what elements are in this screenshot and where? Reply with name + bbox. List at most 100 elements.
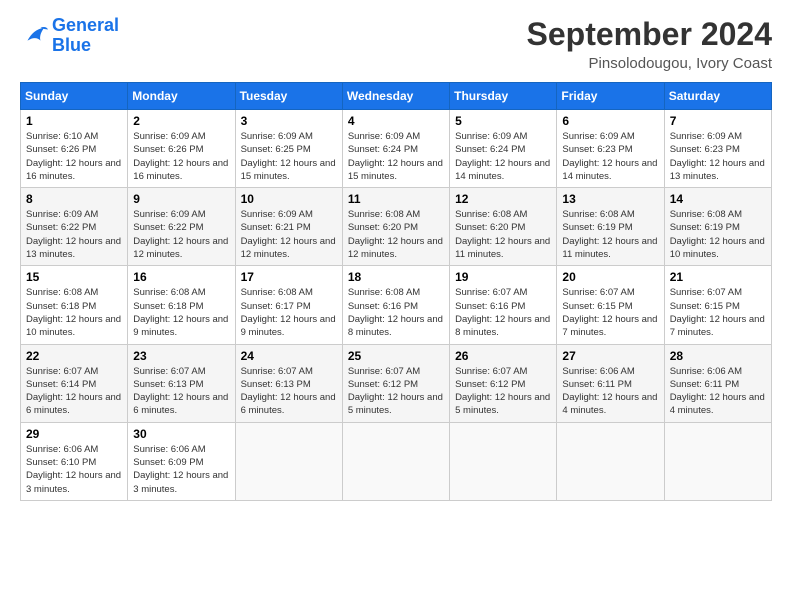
calendar-day-cell: 24 Sunrise: 6:07 AM Sunset: 6:13 PM Dayl… xyxy=(235,344,342,422)
calendar-day-cell xyxy=(557,422,664,500)
day-number: 15 xyxy=(26,270,122,284)
day-info: Sunrise: 6:07 AM Sunset: 6:13 PM Dayligh… xyxy=(133,365,229,418)
day-info: Sunrise: 6:07 AM Sunset: 6:15 PM Dayligh… xyxy=(562,286,658,339)
day-info: Sunrise: 6:07 AM Sunset: 6:12 PM Dayligh… xyxy=(455,365,551,418)
day-info: Sunrise: 6:08 AM Sunset: 6:19 PM Dayligh… xyxy=(670,208,766,261)
calendar-day-cell: 28 Sunrise: 6:06 AM Sunset: 6:11 PM Dayl… xyxy=(664,344,771,422)
day-number: 11 xyxy=(348,192,444,206)
day-info: Sunrise: 6:09 AM Sunset: 6:21 PM Dayligh… xyxy=(241,208,337,261)
weekday-header-cell: Friday xyxy=(557,83,664,110)
calendar-day-cell: 15 Sunrise: 6:08 AM Sunset: 6:18 PM Dayl… xyxy=(21,266,128,344)
calendar-day-cell: 29 Sunrise: 6:06 AM Sunset: 6:10 PM Dayl… xyxy=(21,422,128,500)
day-info: Sunrise: 6:08 AM Sunset: 6:17 PM Dayligh… xyxy=(241,286,337,339)
weekday-header-cell: Wednesday xyxy=(342,83,449,110)
day-number: 3 xyxy=(241,114,337,128)
calendar-day-cell: 16 Sunrise: 6:08 AM Sunset: 6:18 PM Dayl… xyxy=(128,266,235,344)
logo: General Blue xyxy=(20,16,119,56)
day-info: Sunrise: 6:09 AM Sunset: 6:23 PM Dayligh… xyxy=(670,130,766,183)
day-info: Sunrise: 6:07 AM Sunset: 6:12 PM Dayligh… xyxy=(348,365,444,418)
day-number: 26 xyxy=(455,349,551,363)
day-number: 24 xyxy=(241,349,337,363)
day-info: Sunrise: 6:07 AM Sunset: 6:14 PM Dayligh… xyxy=(26,365,122,418)
header: General Blue September 2024 Pinsolodougo… xyxy=(20,16,772,72)
day-number: 16 xyxy=(133,270,229,284)
day-number: 8 xyxy=(26,192,122,206)
calendar-day-cell: 4 Sunrise: 6:09 AM Sunset: 6:24 PM Dayli… xyxy=(342,110,449,188)
page: General Blue September 2024 Pinsolodougo… xyxy=(0,0,792,612)
day-info: Sunrise: 6:09 AM Sunset: 6:22 PM Dayligh… xyxy=(26,208,122,261)
day-number: 10 xyxy=(241,192,337,206)
location-title: Pinsolodougou, Ivory Coast xyxy=(527,55,772,72)
day-info: Sunrise: 6:08 AM Sunset: 6:19 PM Dayligh… xyxy=(562,208,658,261)
day-number: 17 xyxy=(241,270,337,284)
day-number: 18 xyxy=(348,270,444,284)
weekday-header-row: SundayMondayTuesdayWednesdayThursdayFrid… xyxy=(21,83,772,110)
calendar-day-cell: 17 Sunrise: 6:08 AM Sunset: 6:17 PM Dayl… xyxy=(235,266,342,344)
title-block: September 2024 Pinsolodougou, Ivory Coas… xyxy=(527,16,772,72)
month-title: September 2024 xyxy=(527,16,772,53)
logo-text: General Blue xyxy=(52,16,119,56)
day-info: Sunrise: 6:06 AM Sunset: 6:09 PM Dayligh… xyxy=(133,443,229,496)
calendar-week-row: 15 Sunrise: 6:08 AM Sunset: 6:18 PM Dayl… xyxy=(21,266,772,344)
day-info: Sunrise: 6:08 AM Sunset: 6:18 PM Dayligh… xyxy=(133,286,229,339)
day-number: 27 xyxy=(562,349,658,363)
day-number: 13 xyxy=(562,192,658,206)
calendar-week-row: 8 Sunrise: 6:09 AM Sunset: 6:22 PM Dayli… xyxy=(21,188,772,266)
calendar-day-cell: 27 Sunrise: 6:06 AM Sunset: 6:11 PM Dayl… xyxy=(557,344,664,422)
calendar-day-cell: 8 Sunrise: 6:09 AM Sunset: 6:22 PM Dayli… xyxy=(21,188,128,266)
calendar-day-cell: 20 Sunrise: 6:07 AM Sunset: 6:15 PM Dayl… xyxy=(557,266,664,344)
day-info: Sunrise: 6:09 AM Sunset: 6:24 PM Dayligh… xyxy=(455,130,551,183)
calendar-day-cell: 9 Sunrise: 6:09 AM Sunset: 6:22 PM Dayli… xyxy=(128,188,235,266)
calendar-day-cell: 10 Sunrise: 6:09 AM Sunset: 6:21 PM Dayl… xyxy=(235,188,342,266)
day-info: Sunrise: 6:09 AM Sunset: 6:22 PM Dayligh… xyxy=(133,208,229,261)
day-number: 28 xyxy=(670,349,766,363)
calendar-day-cell: 23 Sunrise: 6:07 AM Sunset: 6:13 PM Dayl… xyxy=(128,344,235,422)
day-info: Sunrise: 6:06 AM Sunset: 6:10 PM Dayligh… xyxy=(26,443,122,496)
day-info: Sunrise: 6:09 AM Sunset: 6:24 PM Dayligh… xyxy=(348,130,444,183)
weekday-header-cell: Thursday xyxy=(450,83,557,110)
day-number: 9 xyxy=(133,192,229,206)
calendar-table: SundayMondayTuesdayWednesdayThursdayFrid… xyxy=(20,82,772,501)
day-number: 1 xyxy=(26,114,122,128)
calendar-day-cell: 22 Sunrise: 6:07 AM Sunset: 6:14 PM Dayl… xyxy=(21,344,128,422)
calendar-day-cell xyxy=(450,422,557,500)
day-info: Sunrise: 6:08 AM Sunset: 6:20 PM Dayligh… xyxy=(348,208,444,261)
day-info: Sunrise: 6:09 AM Sunset: 6:25 PM Dayligh… xyxy=(241,130,337,183)
day-number: 22 xyxy=(26,349,122,363)
calendar-day-cell: 11 Sunrise: 6:08 AM Sunset: 6:20 PM Dayl… xyxy=(342,188,449,266)
day-number: 14 xyxy=(670,192,766,206)
calendar-day-cell: 12 Sunrise: 6:08 AM Sunset: 6:20 PM Dayl… xyxy=(450,188,557,266)
day-number: 6 xyxy=(562,114,658,128)
calendar-day-cell: 25 Sunrise: 6:07 AM Sunset: 6:12 PM Dayl… xyxy=(342,344,449,422)
weekday-header-cell: Saturday xyxy=(664,83,771,110)
day-info: Sunrise: 6:06 AM Sunset: 6:11 PM Dayligh… xyxy=(562,365,658,418)
day-number: 7 xyxy=(670,114,766,128)
weekday-header-cell: Tuesday xyxy=(235,83,342,110)
day-number: 30 xyxy=(133,427,229,441)
day-number: 19 xyxy=(455,270,551,284)
day-number: 29 xyxy=(26,427,122,441)
calendar-day-cell: 13 Sunrise: 6:08 AM Sunset: 6:19 PM Dayl… xyxy=(557,188,664,266)
day-info: Sunrise: 6:07 AM Sunset: 6:16 PM Dayligh… xyxy=(455,286,551,339)
calendar-body: 1 Sunrise: 6:10 AM Sunset: 6:26 PM Dayli… xyxy=(21,110,772,501)
calendar-day-cell: 21 Sunrise: 6:07 AM Sunset: 6:15 PM Dayl… xyxy=(664,266,771,344)
day-number: 23 xyxy=(133,349,229,363)
calendar-day-cell: 26 Sunrise: 6:07 AM Sunset: 6:12 PM Dayl… xyxy=(450,344,557,422)
calendar-day-cell: 5 Sunrise: 6:09 AM Sunset: 6:24 PM Dayli… xyxy=(450,110,557,188)
calendar-day-cell: 14 Sunrise: 6:08 AM Sunset: 6:19 PM Dayl… xyxy=(664,188,771,266)
calendar-week-row: 22 Sunrise: 6:07 AM Sunset: 6:14 PM Dayl… xyxy=(21,344,772,422)
day-info: Sunrise: 6:06 AM Sunset: 6:11 PM Dayligh… xyxy=(670,365,766,418)
day-info: Sunrise: 6:09 AM Sunset: 6:26 PM Dayligh… xyxy=(133,130,229,183)
day-number: 20 xyxy=(562,270,658,284)
calendar-day-cell: 3 Sunrise: 6:09 AM Sunset: 6:25 PM Dayli… xyxy=(235,110,342,188)
day-info: Sunrise: 6:08 AM Sunset: 6:20 PM Dayligh… xyxy=(455,208,551,261)
day-number: 25 xyxy=(348,349,444,363)
day-number: 2 xyxy=(133,114,229,128)
day-number: 12 xyxy=(455,192,551,206)
calendar-day-cell: 1 Sunrise: 6:10 AM Sunset: 6:26 PM Dayli… xyxy=(21,110,128,188)
calendar-week-row: 29 Sunrise: 6:06 AM Sunset: 6:10 PM Dayl… xyxy=(21,422,772,500)
calendar-day-cell xyxy=(342,422,449,500)
weekday-header-cell: Sunday xyxy=(21,83,128,110)
calendar-day-cell: 18 Sunrise: 6:08 AM Sunset: 6:16 PM Dayl… xyxy=(342,266,449,344)
day-info: Sunrise: 6:08 AM Sunset: 6:18 PM Dayligh… xyxy=(26,286,122,339)
